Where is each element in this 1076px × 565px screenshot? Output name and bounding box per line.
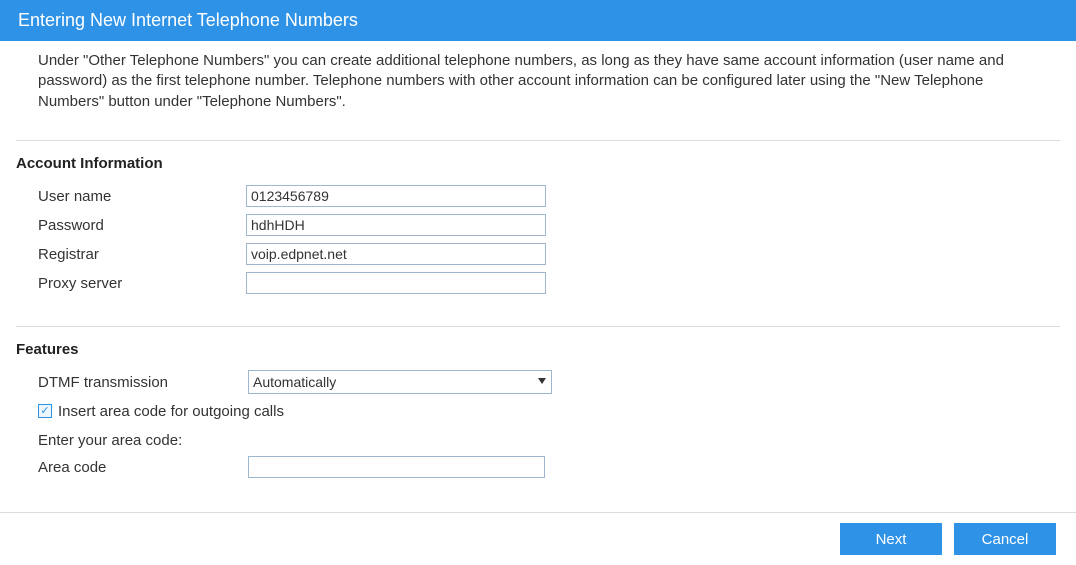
areacode-row: Area code [38, 453, 1060, 482]
proxy-label: Proxy server [38, 275, 246, 292]
next-button[interactable]: Next [840, 523, 942, 555]
enter-areacode-label: Enter your area code: [16, 420, 1060, 449]
username-label: User name [38, 188, 246, 205]
areacode-label: Area code [38, 459, 248, 476]
account-section-heading: Account Information [16, 141, 1060, 172]
dtmf-select-wrap [248, 370, 552, 394]
areacode-input[interactable] [248, 456, 545, 478]
areacode-form: Area code [16, 449, 1060, 482]
password-row: Password [38, 211, 1060, 240]
password-input[interactable] [246, 214, 546, 236]
registrar-label: Registrar [38, 246, 246, 263]
footer-buttons: Next Cancel [840, 523, 1056, 555]
intro-text: Under "Other Telephone Numbers" you can … [16, 41, 1060, 112]
insert-areacode-row: ✓ Insert area code for outgoing calls [16, 397, 1060, 420]
registrar-row: Registrar [38, 240, 1060, 269]
registrar-input[interactable] [246, 243, 546, 265]
insert-areacode-checkbox[interactable]: ✓ [38, 404, 52, 418]
dtmf-label: DTMF transmission [38, 374, 248, 391]
username-row: User name [38, 182, 1060, 211]
proxy-input[interactable] [246, 272, 546, 294]
proxy-row: Proxy server [38, 269, 1060, 298]
account-form: User name Password Registrar Proxy serve… [16, 172, 1060, 298]
features-form: DTMF transmission [16, 358, 1060, 397]
divider [0, 512, 1076, 513]
page-title: Entering New Internet Telephone Numbers [0, 0, 1076, 41]
content-area: Under "Other Telephone Numbers" you can … [0, 41, 1076, 482]
dtmf-row: DTMF transmission [38, 368, 1060, 397]
insert-areacode-label: Insert area code for outgoing calls [58, 403, 284, 420]
cancel-button[interactable]: Cancel [954, 523, 1056, 555]
dtmf-select[interactable] [248, 370, 552, 394]
features-section-heading: Features [16, 327, 1060, 358]
password-label: Password [38, 217, 246, 234]
username-input[interactable] [246, 185, 546, 207]
